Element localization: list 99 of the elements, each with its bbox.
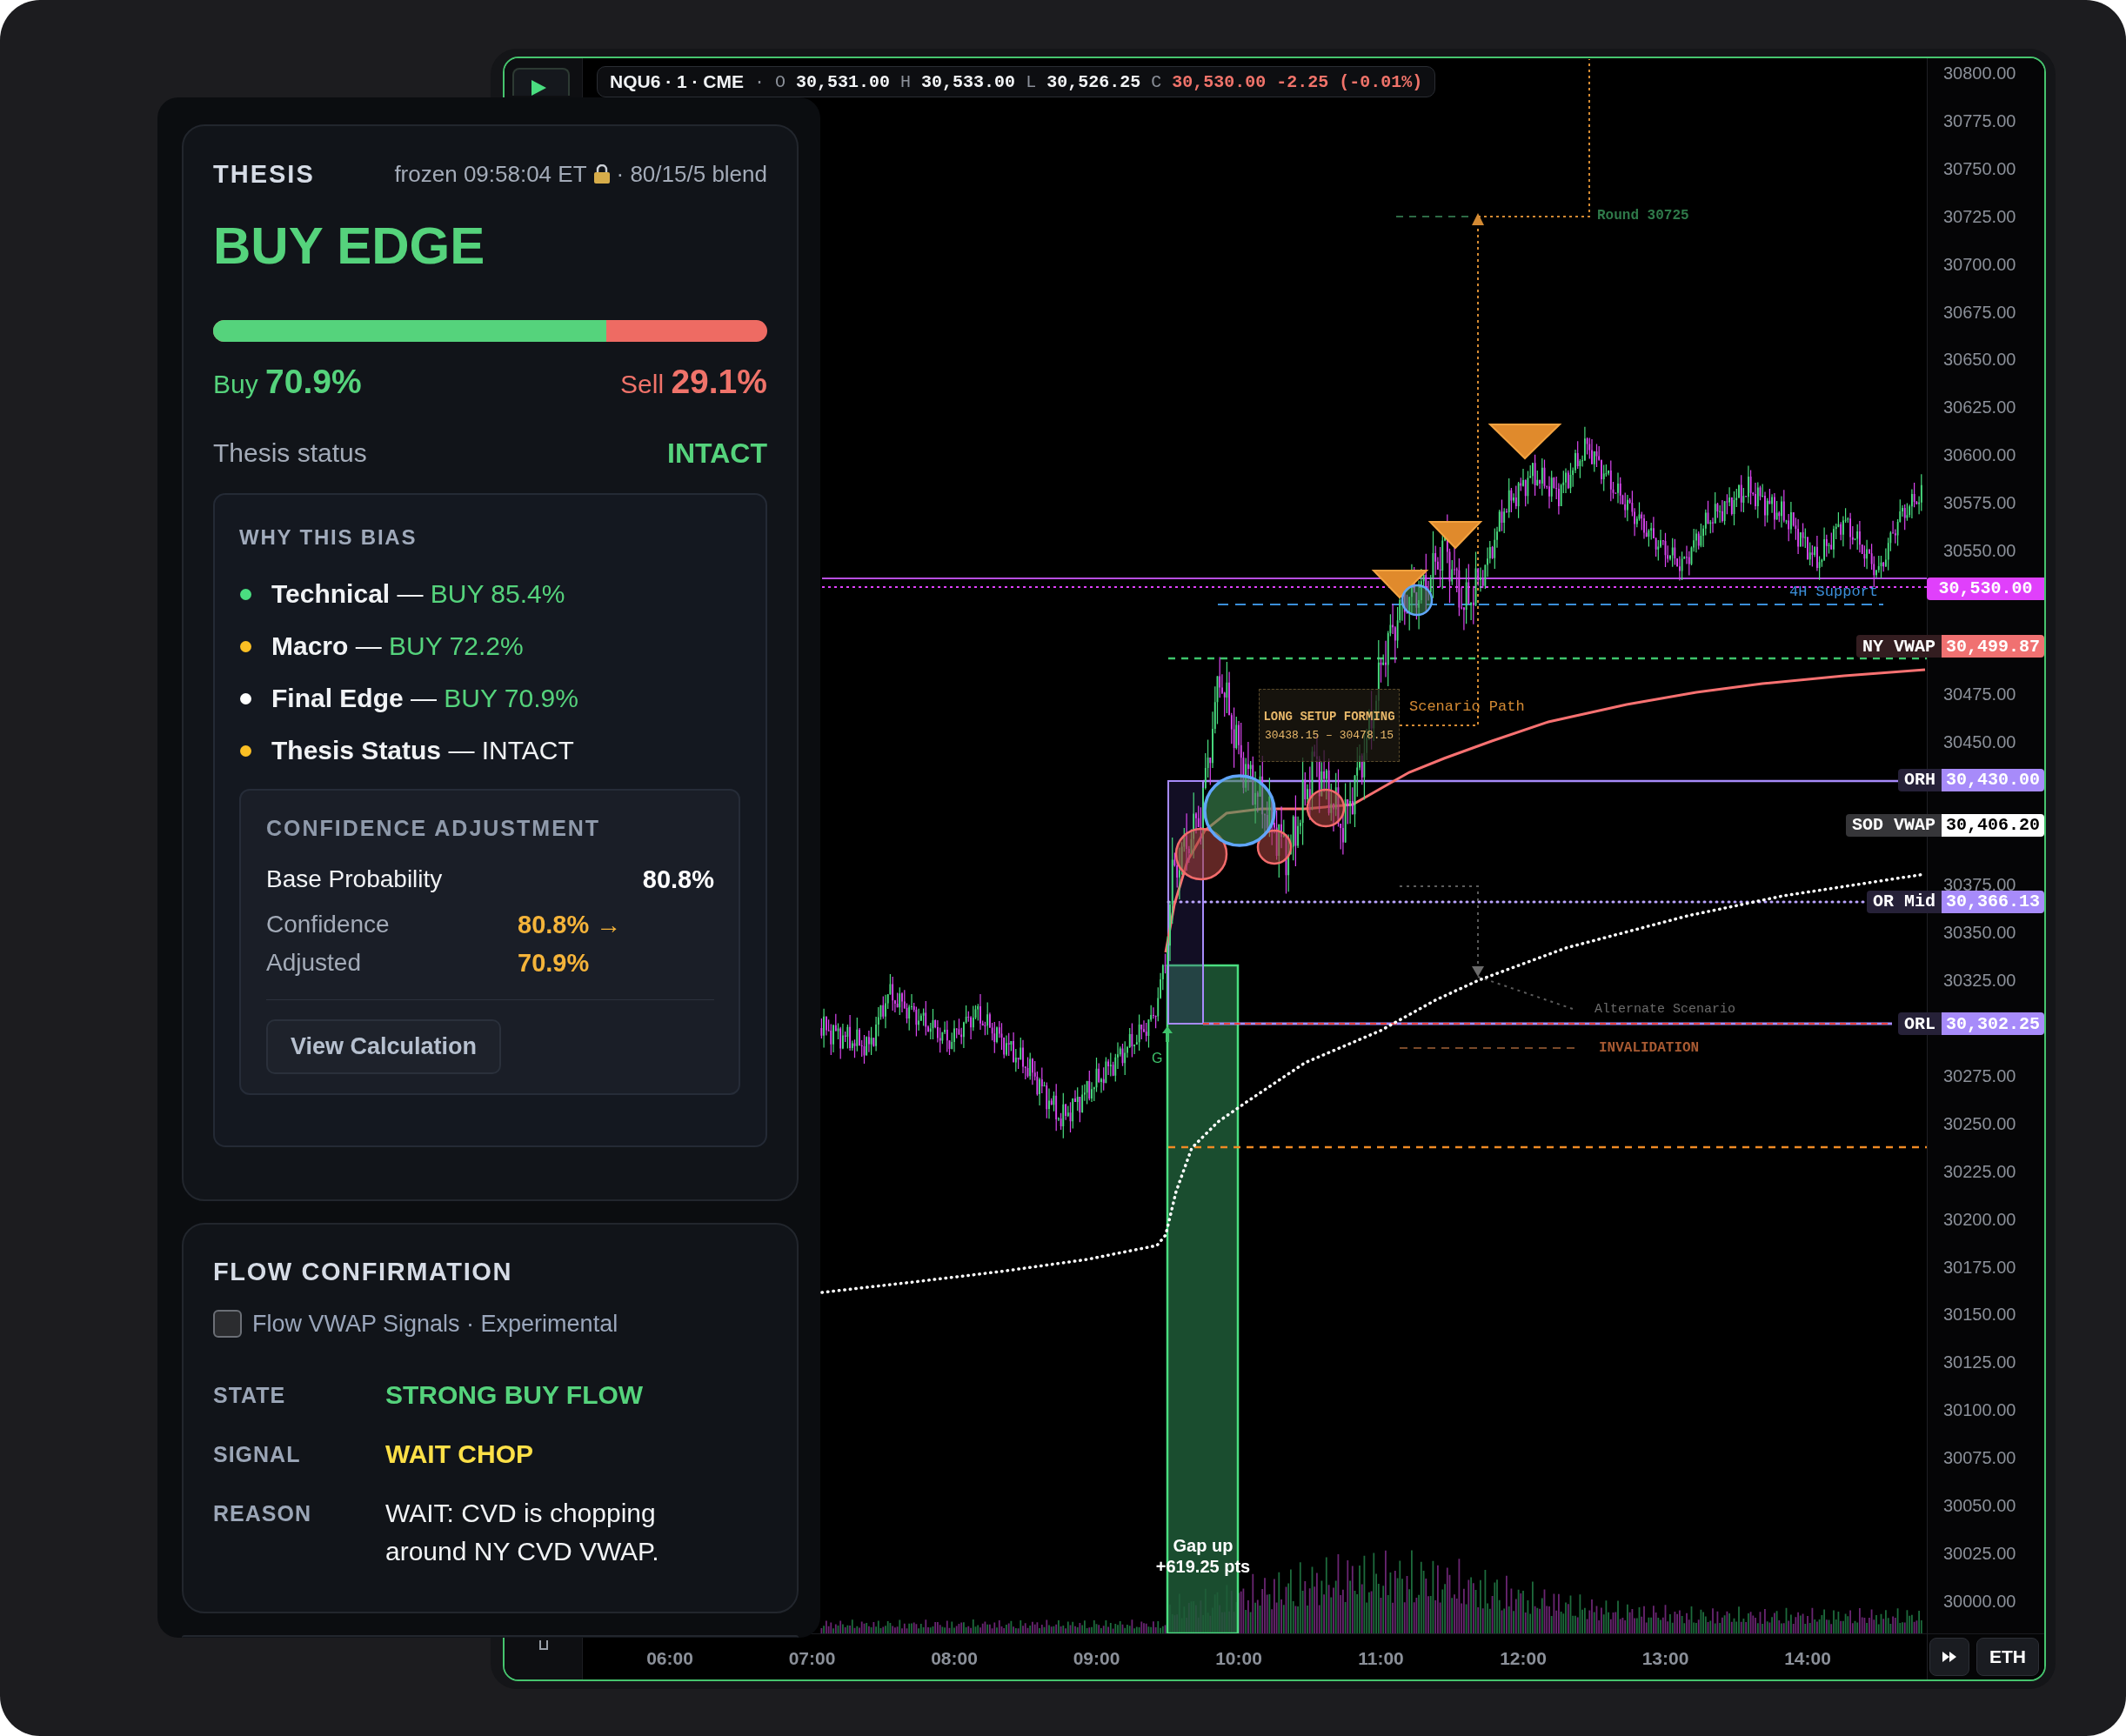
time-label: 10:00	[1215, 1648, 1262, 1669]
invalidation-label: INVALIDATION	[1599, 1040, 1700, 1056]
confidence-label: Confidence Adjusted	[266, 910, 391, 978]
level-name-tag: OR Mid	[1867, 890, 1942, 913]
price-label: 30025.00	[1943, 1546, 2016, 1560]
field-value: STRONG BUY FLOW	[385, 1379, 644, 1411]
checkbox[interactable]	[213, 1310, 242, 1338]
circle-marker-icon	[1306, 788, 1346, 828]
price-label: 30100.00	[1943, 1403, 2016, 1418]
price-label: 30625.00	[1943, 400, 2016, 415]
level-name-tag: ORL	[1898, 1012, 1942, 1036]
level-price-tag: 30,430.00	[1942, 768, 2044, 791]
section-title: WHY THIS BIAS	[239, 524, 418, 551]
price-label: 30125.00	[1943, 1355, 2016, 1370]
confidence-label: Base Probability	[266, 865, 443, 894]
setup-range: 30438.15 – 30478.15	[1264, 728, 1394, 742]
view-calculation-button[interactable]: View Calculation	[266, 1019, 502, 1074]
fast-forward-icon	[1942, 1652, 1956, 1662]
time-label: 13:00	[1641, 1648, 1689, 1669]
scenario-label: Alternate Scenario	[1594, 1002, 1736, 1018]
price-label: 30575.00	[1943, 496, 2016, 511]
play-icon	[532, 80, 546, 96]
time-label: 09:00	[1073, 1648, 1120, 1669]
price-label: 30375.00	[1943, 878, 2016, 892]
time-label: 08:00	[931, 1648, 978, 1669]
time-label: 06:00	[646, 1648, 693, 1669]
price-label: 30150.00	[1943, 1307, 2016, 1322]
ohlc-legend: NQU6 · 1 · CME · O 30,531.00 H 30,533.00 L 30,526.25 C 30,530.00 -2.25 (-0.01%)	[597, 66, 1436, 97]
price-label: 30325.00	[1943, 973, 2016, 988]
level-name-tag: NY VWAP	[1856, 635, 1942, 658]
blend-label: · 80/15/5 blend	[616, 160, 767, 188]
price-label: 30225.00	[1943, 1164, 2016, 1178]
bias-item: Final Edge — BUY 70.9%	[271, 684, 578, 713]
card-title: FLOW CONFIRMATION	[213, 1257, 513, 1287]
fast-forward-button[interactable]	[1929, 1638, 1969, 1676]
time-label: 14:00	[1784, 1648, 1831, 1669]
price-label: 30475.00	[1943, 686, 2016, 701]
price-label: 30700.00	[1943, 257, 2016, 271]
gap-label: Gap up	[1173, 1535, 1233, 1556]
level-price-tag: 30,530.00	[1927, 577, 2044, 600]
level-price-tag: 30,406.20	[1942, 813, 2044, 837]
circle-marker-icon	[1401, 584, 1434, 617]
bias-item: Technical — BUY 85.4%	[271, 579, 565, 609]
time-label: 07:00	[788, 1648, 836, 1669]
frozen-time: frozen 09:58:04 ET	[394, 160, 587, 188]
gap-marker-label: G	[1152, 1051, 1163, 1066]
bracket-icon	[538, 1640, 548, 1650]
triangle-marker-icon	[1427, 521, 1483, 550]
confidence-value: 80.8%	[642, 865, 714, 895]
field-label: REASON	[213, 1500, 312, 1527]
level-price-tag: 30,366.13	[1942, 890, 2044, 913]
circle-marker-icon	[1174, 827, 1228, 881]
session-button[interactable]: ETH	[1976, 1638, 2039, 1676]
buy-share: Buy 70.9%	[213, 363, 362, 401]
setup-label: LONG SETUP FORMING	[1263, 709, 1395, 724]
play-button[interactable]	[512, 68, 570, 96]
level-label: Round 30725	[1597, 208, 1689, 224]
price-label: 30750.00	[1943, 161, 2016, 176]
support-label: 4H Support	[1789, 584, 1879, 601]
price-label: 30600.00	[1943, 448, 2016, 463]
section-title: CONFIDENCE ADJUSTMENT	[266, 815, 602, 841]
price-label: 30675.00	[1943, 304, 2016, 319]
field-label: STATE	[213, 1382, 287, 1409]
status-value: INTACT	[667, 437, 767, 470]
checkbox-label: Flow VWAP Signals · Experimental	[252, 1310, 618, 1338]
price-label: 30550.00	[1943, 544, 2016, 558]
scenario-label: Scenario Path	[1409, 698, 1525, 716]
bias-item: Macro — BUY 72.2%	[271, 631, 524, 661]
price-label: 30075.00	[1943, 1451, 2016, 1466]
sell-share: Sell 29.1%	[620, 363, 767, 401]
confidence-value: 80.8% → 70.9%	[518, 910, 623, 978]
price-label: 30800.00	[1943, 66, 2016, 80]
status-label: Thesis status	[213, 438, 367, 468]
price-label: 30050.00	[1943, 1499, 2016, 1512]
bias-heading: BUY EDGE	[213, 218, 485, 274]
time-label: 11:00	[1358, 1648, 1404, 1669]
price-label: 30275.00	[1943, 1068, 2016, 1083]
price-label: 30000.00	[1943, 1593, 2016, 1608]
up-arrow-icon	[1162, 1026, 1173, 1042]
card-title: THESIS	[213, 159, 315, 189]
price-label: 30200.00	[1943, 1212, 2016, 1226]
price-label: 30175.00	[1943, 1259, 2016, 1274]
triangle-marker-icon	[1488, 424, 1562, 460]
field-value: WAIT CHOP	[385, 1439, 533, 1470]
field-value: WAIT: CVD is chopping around NY CVD VWAP.	[385, 1498, 660, 1567]
level-price-tag: 30,499.87	[1942, 635, 2044, 658]
price-label: 30725.00	[1943, 209, 2016, 224]
price-label: 30350.00	[1943, 925, 2016, 940]
price-label: 30250.00	[1943, 1116, 2016, 1131]
price-label: 30775.00	[1943, 113, 2016, 128]
bias-item: Thesis Status — INTACT	[271, 736, 574, 765]
price-label: 30450.00	[1943, 734, 2016, 749]
triangle-marker-icon	[1371, 570, 1429, 599]
field-label: SIGNAL	[213, 1441, 302, 1468]
time-label: 12:00	[1500, 1648, 1547, 1669]
level-price-tag: 30,302.25	[1942, 1012, 2044, 1036]
lock-icon	[593, 164, 610, 184]
price-label: 30650.00	[1943, 352, 2016, 367]
level-name-tag: SOD VWAP	[1846, 813, 1942, 837]
